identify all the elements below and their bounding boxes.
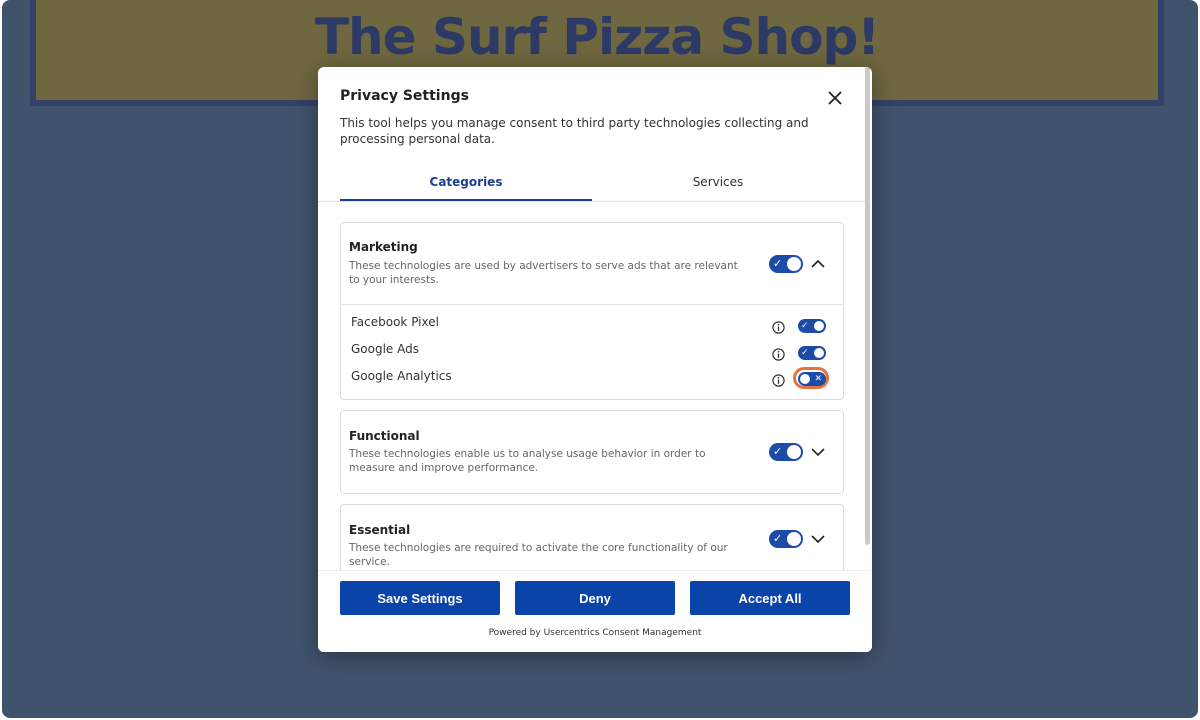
tab-services[interactable]: Services [592, 167, 844, 199]
close-button[interactable] [824, 87, 846, 109]
info-icon [772, 348, 785, 361]
info-icon [772, 374, 785, 387]
category-title: Marketing [349, 240, 418, 254]
category-description: These technologies are used by advertise… [349, 260, 738, 286]
category-title: Essential [349, 523, 411, 537]
hero-title: The Surf Pizza Shop! [314, 8, 880, 66]
toggle-knob [814, 321, 824, 331]
accept-all-button[interactable]: Accept All [690, 581, 850, 615]
tab-bar: Categories Services [318, 167, 866, 202]
info-button[interactable] [772, 319, 785, 334]
scrollbar[interactable] [865, 67, 870, 545]
category-description: These technologies are required to activ… [349, 542, 728, 568]
category-title: Functional [349, 429, 420, 443]
service-google-analytics: Google Analytics [351, 369, 452, 383]
facebook-pixel-toggle[interactable]: ✓ [798, 319, 826, 333]
functional-toggle[interactable]: ✓ [769, 443, 803, 461]
info-icon [772, 321, 785, 334]
dialog-title: Privacy Settings [340, 88, 469, 104]
service-facebook-pixel: Facebook Pixel [351, 315, 439, 329]
x-icon: ✕ [814, 374, 822, 384]
expand-button[interactable] [810, 531, 826, 547]
categories-list: Marketing These technologies are used by… [318, 202, 866, 570]
service-google-ads: Google Ads [351, 342, 419, 356]
essential-toggle[interactable]: ✓ [769, 530, 803, 548]
collapse-button[interactable] [810, 256, 826, 272]
expand-button[interactable] [810, 444, 826, 460]
google-analytics-toggle[interactable]: ✕ [798, 372, 826, 386]
check-icon: ✓ [801, 321, 809, 331]
tab-categories[interactable]: Categories [340, 167, 592, 201]
toggle-knob [787, 445, 801, 459]
close-icon [828, 91, 842, 105]
google-ads-toggle[interactable]: ✓ [798, 346, 826, 360]
check-icon: ✓ [801, 348, 809, 358]
category-description: These technologies enable us to analyse … [349, 448, 706, 474]
toggle-knob [787, 532, 801, 546]
powered-by-link[interactable]: Powered by Usercentrics Consent Manageme… [318, 628, 872, 638]
category-card-marketing: Marketing These technologies are used by… [340, 222, 844, 400]
check-icon: ✓ [773, 445, 783, 458]
divider [341, 304, 843, 305]
dialog-description: This tool helps you manage consent to th… [340, 116, 809, 146]
category-card-functional: Functional These technologies enable us … [340, 410, 844, 494]
check-icon: ✓ [773, 257, 783, 270]
deny-button[interactable]: Deny [515, 581, 675, 615]
category-card-essential: Essential These technologies are require… [340, 504, 844, 570]
dialog-footer: Save Settings Deny Accept All Powered by… [318, 570, 872, 652]
marketing-toggle[interactable]: ✓ [769, 255, 803, 273]
privacy-settings-dialog: Privacy Settings This tool helps you man… [318, 67, 872, 652]
toggle-knob [787, 257, 801, 271]
info-button[interactable] [772, 346, 785, 361]
save-settings-button[interactable]: Save Settings [340, 581, 500, 615]
check-icon: ✓ [773, 532, 783, 545]
toggle-knob [800, 374, 810, 384]
chevron-up-icon [811, 259, 825, 268]
chevron-down-icon [811, 448, 825, 457]
chevron-down-icon [811, 535, 825, 544]
toggle-knob [814, 348, 824, 358]
info-button[interactable] [772, 372, 785, 387]
